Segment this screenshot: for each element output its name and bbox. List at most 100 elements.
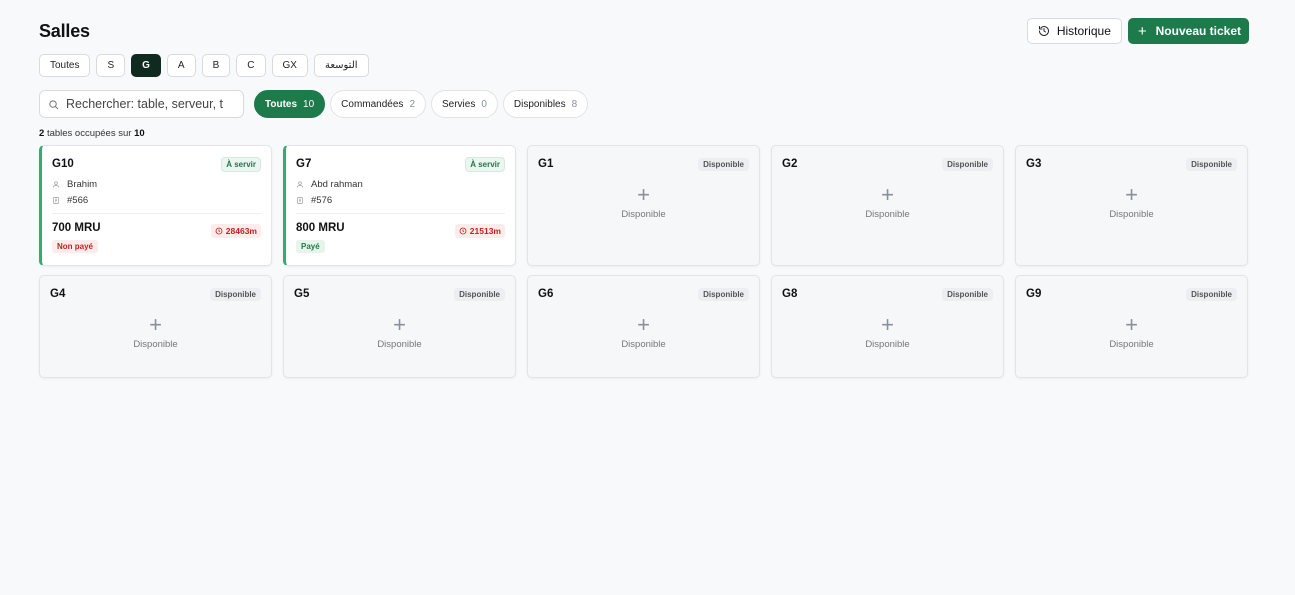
page-title: Salles	[39, 20, 90, 41]
free-body: + Disponible	[1026, 182, 1237, 221]
table-name: G8	[782, 288, 798, 300]
card-head: G3 Disponible	[1026, 156, 1237, 172]
plus-icon: +	[1125, 182, 1138, 207]
room-tab-s[interactable]: S	[96, 54, 126, 77]
filter-available-label: Disponibles	[513, 98, 566, 110]
table-card-g7[interactable]: G7 À servir Abd rahman #576 800 MRU Payé	[283, 145, 516, 266]
card-foot: 700 MRU Non payé 28463m	[52, 222, 261, 254]
free-body: + Disponible	[782, 314, 993, 351]
free-body: + Disponible	[538, 184, 749, 221]
filters-bar: Toutes 10 Commandées 2 Servies 0 Disponi…	[39, 90, 1249, 118]
status-badge: À servir	[221, 156, 261, 172]
plus-icon: +	[1125, 312, 1138, 337]
table-name: G7	[296, 158, 312, 170]
card-head: G5 Disponible	[294, 286, 505, 302]
free-body: + Disponible	[538, 314, 749, 351]
page: Salles Historique + Nouveau ticket Toute…	[39, 18, 1249, 378]
table-card-g5[interactable]: G5 Disponible + Disponible	[283, 275, 516, 378]
card-head: G4 Disponible	[50, 286, 261, 302]
plus-icon: +	[393, 312, 406, 337]
history-button[interactable]: Historique	[1026, 18, 1122, 44]
card-head: G2 Disponible	[782, 156, 993, 172]
timer-value: 28463m	[225, 226, 257, 236]
available-label: Disponible	[1109, 209, 1154, 220]
available-label: Disponible	[621, 339, 666, 350]
ticket-row: #566	[52, 194, 261, 206]
ticket-number: #566	[67, 194, 89, 206]
table-name: G6	[538, 288, 554, 300]
status-badge: Disponible	[942, 287, 993, 301]
amount-block: 800 MRU Payé	[296, 222, 345, 254]
filter-all-count: 10	[303, 98, 315, 110]
free-body: + Disponible	[782, 182, 993, 221]
card-head: G9 Disponible	[1026, 286, 1237, 302]
card-head: G6 Disponible	[538, 286, 749, 302]
available-label: Disponible	[1109, 339, 1154, 350]
room-tab-g[interactable]: G	[131, 54, 161, 77]
clock-icon	[459, 227, 467, 235]
room-tab-gx[interactable]: GX	[271, 54, 308, 77]
history-label: Historique	[1056, 24, 1111, 38]
filter-served-count: 0	[481, 98, 487, 110]
card-head: G1 Disponible	[538, 156, 749, 172]
status-badge: À servir	[465, 156, 505, 172]
available-label: Disponible	[377, 339, 422, 350]
tables-grid: G10 À servir Brahim #566 700 MRU Non pay…	[39, 145, 1249, 378]
search-input[interactable]	[66, 97, 231, 111]
status-badge: Disponible	[210, 287, 261, 301]
room-tab-extension[interactable]: التوسعة	[313, 54, 369, 77]
card-head: G7 À servir	[296, 156, 505, 172]
filter-ordered[interactable]: Commandées 2	[330, 90, 426, 118]
card-head: G10 À servir	[52, 156, 261, 172]
plus-icon: +	[1137, 22, 1147, 40]
timer-badge: 28463m	[210, 224, 261, 238]
ticket-number: #576	[311, 194, 333, 206]
occupied-count: 2	[39, 128, 45, 139]
filter-available[interactable]: Disponibles 8	[502, 90, 589, 118]
amount: 700 MRU	[52, 222, 101, 234]
room-tab-a[interactable]: A	[166, 54, 196, 77]
table-card-g3[interactable]: G3 Disponible + Disponible	[1015, 145, 1248, 266]
plus-icon: +	[149, 312, 162, 337]
filter-served-label: Servies	[442, 98, 476, 110]
summary-text: tables occupées sur	[46, 128, 132, 139]
total-count: 10	[134, 128, 145, 139]
table-card-g8[interactable]: G8 Disponible + Disponible	[771, 275, 1004, 378]
status-badge: Disponible	[698, 287, 749, 301]
header: Salles Historique + Nouveau ticket	[39, 18, 1249, 44]
room-tab-c[interactable]: C	[236, 54, 266, 77]
filter-ordered-count: 2	[409, 98, 415, 110]
plus-icon: +	[881, 182, 894, 207]
waiter-name: Brahim	[67, 178, 98, 190]
card-foot: 800 MRU Payé 21513m	[296, 222, 505, 254]
table-card-g4[interactable]: G4 Disponible + Disponible	[39, 275, 272, 378]
table-card-g2[interactable]: G2 Disponible + Disponible	[771, 145, 1004, 266]
room-tabs: Toutes S G A B C GX التوسعة	[39, 54, 1249, 77]
filter-all[interactable]: Toutes 10	[254, 90, 326, 118]
payment-badge: Payé	[296, 240, 325, 253]
new-ticket-button[interactable]: + Nouveau ticket	[1127, 18, 1249, 44]
amount: 800 MRU	[296, 222, 345, 234]
user-icon	[53, 181, 59, 188]
table-card-g9[interactable]: G9 Disponible + Disponible	[1015, 275, 1248, 378]
divider	[296, 213, 505, 214]
table-name: G4	[50, 288, 66, 300]
table-name: G1	[538, 158, 554, 170]
filter-available-count: 8	[571, 98, 578, 110]
table-card-g1[interactable]: G1 Disponible + Disponible	[527, 145, 760, 266]
table-card-g6[interactable]: G6 Disponible + Disponible	[527, 275, 760, 378]
table-name: G2	[782, 158, 798, 170]
filter-served[interactable]: Servies 0	[431, 90, 498, 118]
filter-ordered-label: Commandées	[341, 98, 404, 110]
table-card-g10[interactable]: G10 À servir Brahim #566 700 MRU Non pay…	[39, 145, 272, 266]
free-body: + Disponible	[1026, 312, 1237, 351]
waiter-row: Abd rahman	[296, 178, 505, 190]
room-tab-all[interactable]: Toutes	[39, 54, 91, 77]
waiter-name: Abd rahman	[311, 178, 363, 190]
table-name: G10	[52, 158, 74, 170]
amount-block: 700 MRU Non payé	[52, 222, 101, 254]
status-badge: Disponible	[454, 287, 505, 301]
receipt-icon	[297, 196, 303, 204]
room-tab-b[interactable]: B	[201, 54, 231, 77]
status-badge: Disponible	[698, 157, 749, 171]
